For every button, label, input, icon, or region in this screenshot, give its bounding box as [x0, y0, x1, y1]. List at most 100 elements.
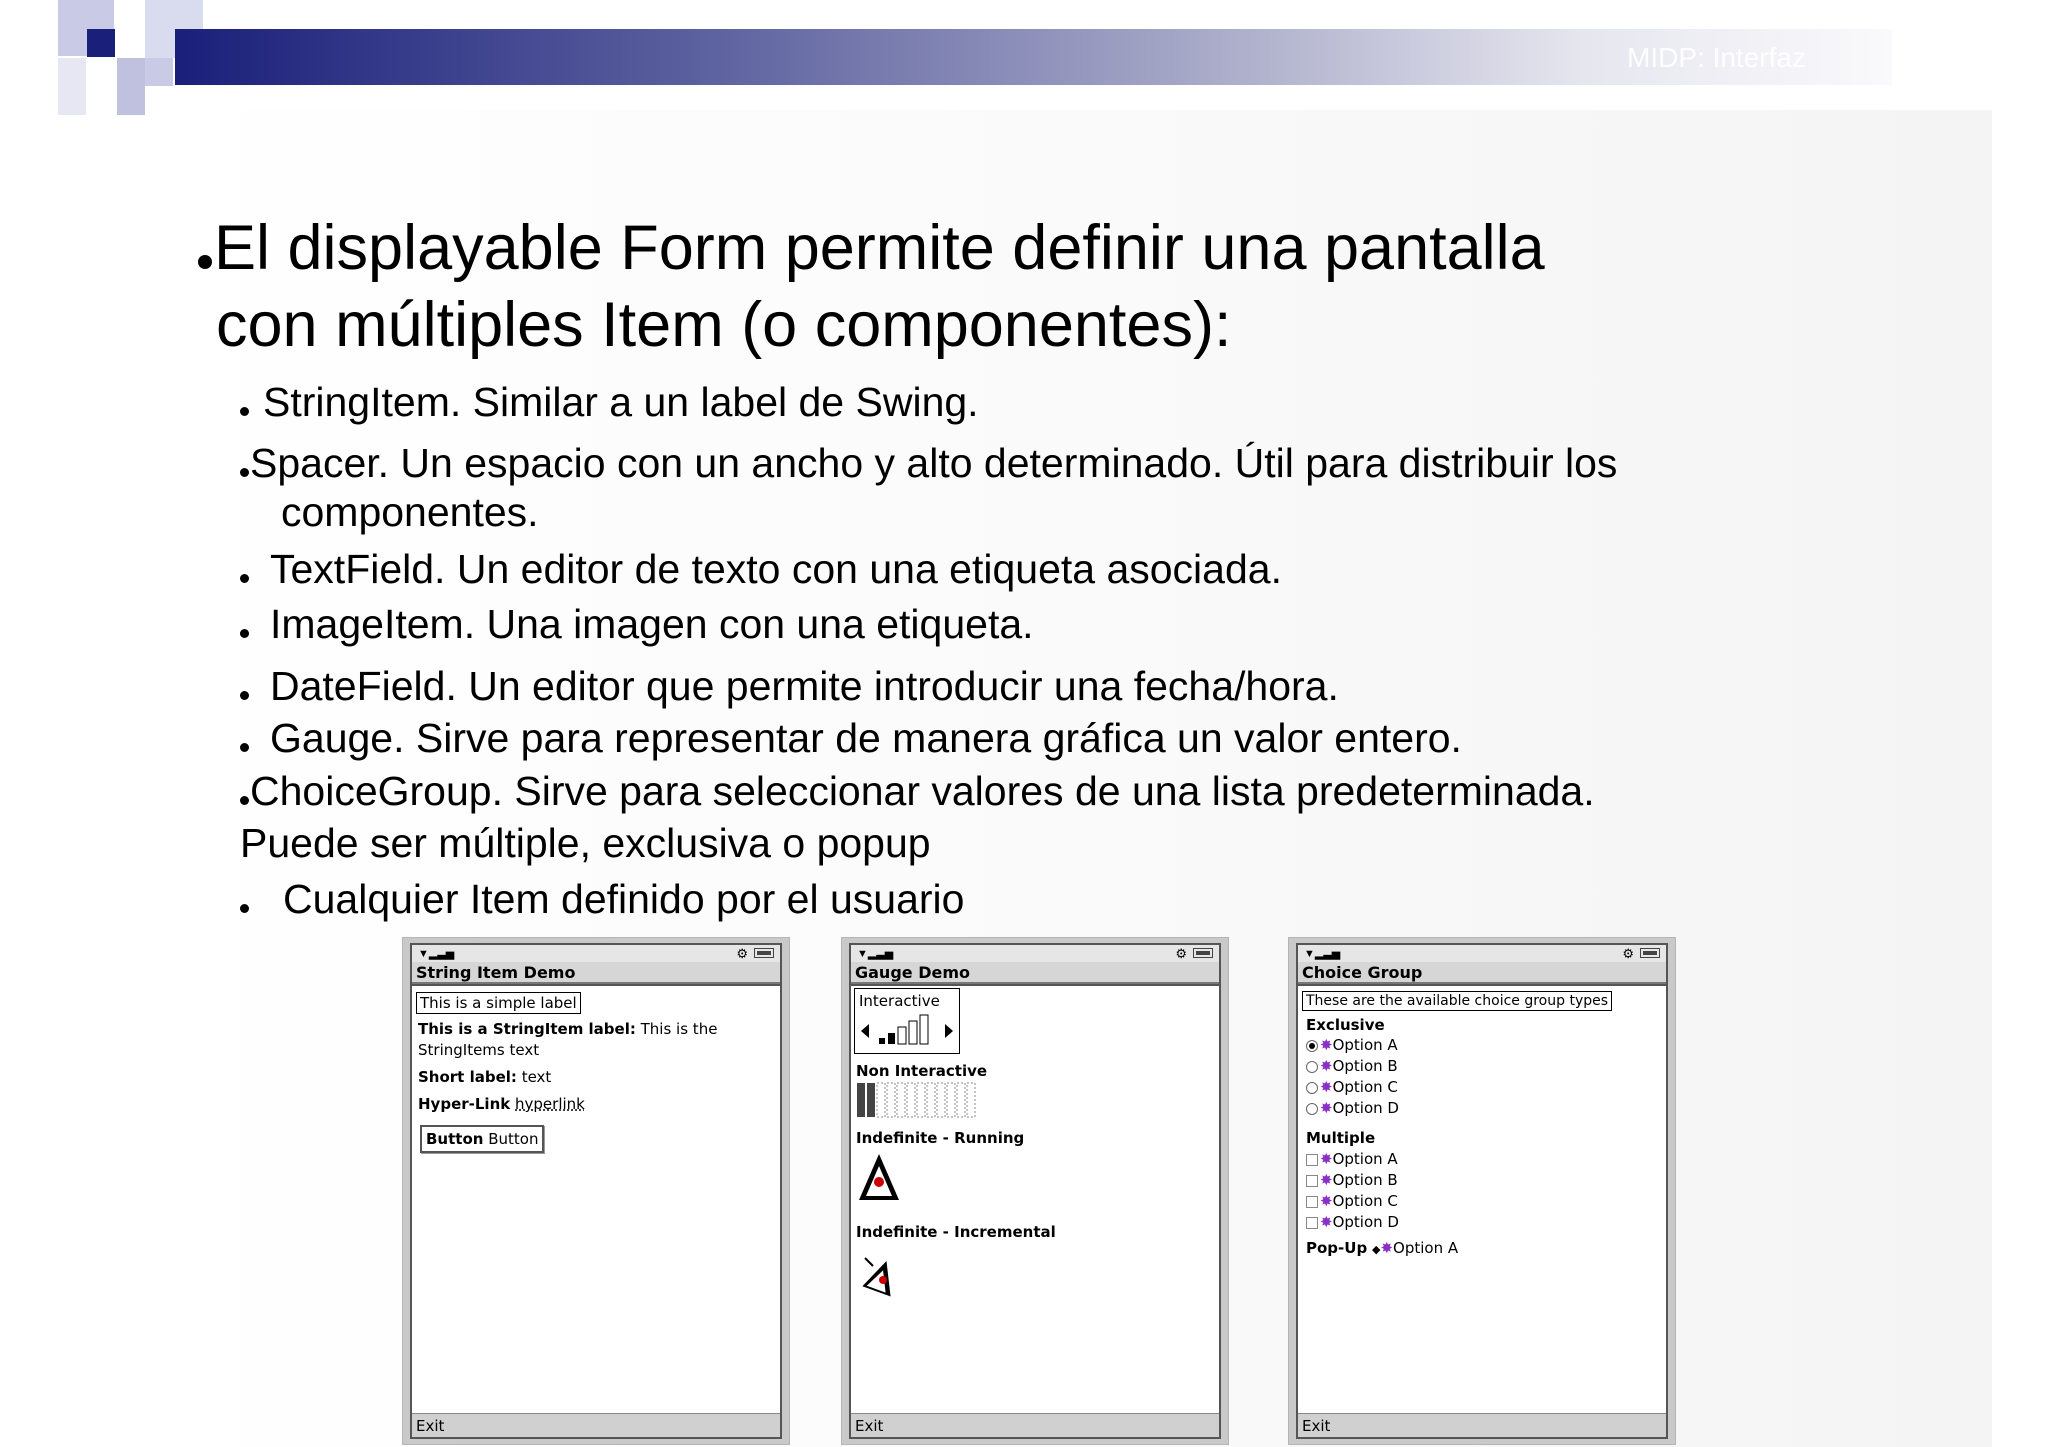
- choice-intro: These are the available choice group typ…: [1302, 991, 1613, 1011]
- settings-icon: ⚙: [1175, 946, 1187, 961]
- short-label: Short label:: [418, 1068, 517, 1086]
- logo-square: [117, 58, 145, 115]
- exclusive-label: Exclusive: [1306, 1016, 1385, 1034]
- screenshot-gauge-demo: ▼▂▃▅ ⚙ Gauge Demo Interactive Non Intera…: [841, 937, 1229, 1445]
- screen-title: String Item Demo: [412, 962, 780, 984]
- left-arrow-icon: [861, 1024, 869, 1038]
- gauge-bar: [908, 1020, 918, 1045]
- popup-value[interactable]: Option A: [1393, 1239, 1458, 1257]
- main-bullet-text2: con múltiples Item (o componentes):: [216, 290, 1232, 360]
- multiple-label: Multiple: [1306, 1129, 1376, 1147]
- list-item-continuation: Puede ser múltiple, exclusiva o popup: [240, 820, 931, 866]
- exit-softkey[interactable]: Exit: [1298, 1413, 1666, 1437]
- popup-row[interactable]: Pop-Up ◆✸Option A: [1306, 1239, 1458, 1257]
- simple-label: This is a simple label: [416, 992, 581, 1014]
- radio-option[interactable]: ✸Option B: [1306, 1057, 1398, 1075]
- screen-content: These are the available choice group typ…: [1298, 986, 1666, 1413]
- popup-label: Pop-Up: [1306, 1239, 1368, 1257]
- interactive-gauge[interactable]: [855, 1011, 959, 1051]
- exit-softkey[interactable]: Exit: [851, 1413, 1219, 1437]
- checkbox-option[interactable]: ✸Option B: [1306, 1171, 1398, 1189]
- settings-icon: ⚙: [736, 946, 748, 961]
- logo-square: [145, 58, 173, 86]
- status-bar: ▼▂▃▅ ⚙: [851, 945, 1219, 963]
- radio-option[interactable]: ✸Option C: [1306, 1078, 1398, 1096]
- star-icon: ✸: [1320, 1078, 1333, 1096]
- status-bar: ▼▂▃▅ ⚙: [412, 945, 780, 963]
- header-title: MIDP: Interfaz: [1627, 42, 1806, 73]
- checkbox[interactable]: [1306, 1153, 1318, 1166]
- list-item: ImageItem. Una imagen con una etiqueta.: [240, 601, 1034, 648]
- screen-content: Interactive Non Interactive Indefinite -…: [851, 986, 1219, 1413]
- gauge-bar: [897, 1026, 907, 1045]
- signal-icon: ▼▂▃▅: [418, 948, 455, 960]
- stringitem-label: This is a StringItem label:: [418, 1020, 636, 1038]
- battery-icon: [1193, 948, 1213, 958]
- radio-option[interactable]: ✸Option A: [1306, 1036, 1398, 1054]
- interactive-gauge-box[interactable]: Interactive: [854, 988, 960, 1054]
- indefinite-incremental-label: Indefinite - Incremental: [856, 1223, 1056, 1241]
- status-bar: ▼▂▃▅ ⚙: [1298, 945, 1666, 963]
- star-icon: ✸: [1320, 1213, 1333, 1231]
- bullet-dot: [240, 407, 249, 416]
- logo-square: [58, 58, 86, 115]
- indefinite-running-label: Indefinite - Running: [856, 1129, 1025, 1147]
- radio-option[interactable]: ✸Option D: [1306, 1099, 1399, 1117]
- non-interactive-gauge: [857, 1082, 976, 1118]
- list-item: DateField. Un editor que permite introdu…: [240, 663, 1339, 710]
- checkbox[interactable]: [1306, 1174, 1318, 1187]
- hyperlink-label: Hyper-Link: [418, 1095, 511, 1113]
- bullet-dot: [198, 255, 212, 269]
- gauge-bar: [879, 1038, 885, 1044]
- short-text: text: [521, 1068, 552, 1086]
- bullet-dot: [240, 796, 249, 805]
- main-bullet-line2: con múltiples Item (o componentes):: [216, 289, 1231, 361]
- screen-title: Gauge Demo: [851, 962, 1219, 984]
- button-item[interactable]: Button Button: [420, 1125, 545, 1153]
- bullet-dot: [240, 574, 249, 583]
- button-text: Button: [488, 1130, 539, 1148]
- signal-icon: ▼▂▃▅: [1304, 948, 1341, 960]
- screen-content: This is a simple label This is a StringI…: [412, 986, 780, 1413]
- bullet-dot: [240, 468, 249, 477]
- list-item: TextField. Un editor de texto con una et…: [240, 546, 1282, 593]
- list-item: Spacer. Un espacio con un ancho y alto d…: [240, 440, 1617, 487]
- list-item: StringItem. Similar a un label de Swing.: [240, 379, 979, 426]
- star-icon: ✸: [1320, 1099, 1333, 1117]
- checkbox-option[interactable]: ✸Option C: [1306, 1192, 1398, 1210]
- bullet-dot: [240, 904, 249, 913]
- radio-unselected[interactable]: [1306, 1081, 1318, 1094]
- bullet-dot: [240, 629, 249, 638]
- phone-screen: ▼▂▃▅ ⚙ String Item Demo This is a simple…: [410, 943, 782, 1439]
- star-icon: ✸: [1320, 1192, 1333, 1210]
- star-icon: ✸: [1320, 1057, 1333, 1075]
- checkbox[interactable]: [1306, 1216, 1318, 1229]
- star-icon: ✸: [1320, 1150, 1333, 1168]
- hyperlink-link[interactable]: hyperlink: [515, 1095, 585, 1113]
- hyperlink-row: Hyper-Link hyperlink: [418, 1095, 585, 1113]
- radio-selected[interactable]: [1306, 1039, 1318, 1052]
- battery-icon: [1640, 948, 1660, 958]
- bullet-dot: [240, 743, 249, 752]
- button-label: Button: [426, 1130, 484, 1148]
- stringitem-text: This is the: [640, 1020, 718, 1038]
- exit-softkey[interactable]: Exit: [412, 1413, 780, 1437]
- checkbox-option[interactable]: ✸Option A: [1306, 1150, 1398, 1168]
- radio-unselected[interactable]: [1306, 1060, 1318, 1073]
- screenshot-string-item-demo: ▼▂▃▅ ⚙ String Item Demo This is a simple…: [402, 937, 790, 1445]
- phone-screen: ▼▂▃▅ ⚙ Choice Group These are the availa…: [1296, 943, 1668, 1439]
- bullet-dot: [240, 691, 249, 700]
- phone-screen: ▼▂▃▅ ⚙ Gauge Demo Interactive Non Intera…: [849, 943, 1221, 1439]
- screen-title: Choice Group: [1298, 962, 1666, 984]
- checkbox-option[interactable]: ✸Option D: [1306, 1213, 1399, 1231]
- non-interactive-label: Non Interactive: [856, 1062, 988, 1080]
- list-item: Cualquier Item definido por el usuario: [240, 876, 964, 923]
- radio-unselected[interactable]: [1306, 1102, 1318, 1115]
- main-bullet-text1: El displayable Form permite definir una …: [214, 213, 1545, 283]
- gauge-bar: [919, 1014, 929, 1045]
- duke-waving-icon: [862, 1257, 891, 1297]
- interactive-label: Interactive: [859, 992, 940, 1010]
- checkbox[interactable]: [1306, 1195, 1318, 1208]
- stringitem-text-cont: StringItems text: [418, 1041, 540, 1059]
- star-icon: ✸: [1320, 1036, 1333, 1054]
